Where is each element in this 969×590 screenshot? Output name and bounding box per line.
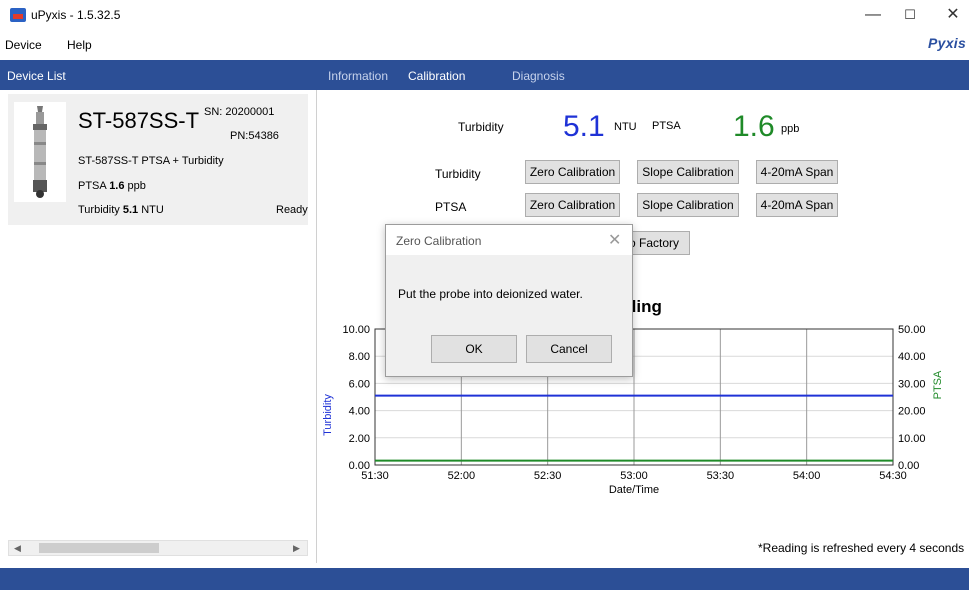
turbidity-reading-value: 5.1 [563, 110, 605, 143]
ptsa-calibration-label: PTSA [435, 200, 467, 214]
device-card[interactable]: ST-587SS-T SN: 20200001 PN:54386 ST-587S… [8, 94, 308, 225]
y-tick-right: 40.00 [898, 351, 926, 363]
refresh-note: *Reading is refreshed every 4 seconds [758, 541, 965, 555]
x-tick: 53:00 [620, 470, 648, 482]
turbidity-reading-unit: NTU [614, 121, 637, 133]
zero-calibration-dialog: Zero Calibration ✕ Put the probe into de… [385, 224, 633, 377]
window-title: uPyxis - 1.5.32.5 [31, 8, 121, 22]
scrollbar-thumb[interactable] [39, 543, 159, 553]
tab-bar: Information Calibration Diagnosis [317, 60, 969, 90]
tab-diagnosis[interactable]: Diagnosis [512, 69, 565, 83]
menu-bar: Device Help [0, 30, 969, 58]
y-tick-left: 4.00 [349, 406, 370, 418]
dialog-title-bar: Zero Calibration ✕ [386, 225, 632, 255]
minimize-button[interactable]: — [858, 6, 888, 26]
turbidity-value: 5.1 [122, 204, 139, 216]
y-axis-label-left: Turbidity [322, 394, 334, 436]
ptsa-slope-calibration-button[interactable]: Slope Calibration [637, 193, 739, 217]
device-list-panel: ST-587SS-T SN: 20200001 PN:54386 ST-587S… [0, 90, 317, 563]
turbidity-zero-calibration-button[interactable]: Zero Calibration [525, 160, 620, 184]
x-tick: 51:30 [361, 470, 389, 482]
device-description: ST-587SS-T PTSA + Turbidity [78, 155, 224, 167]
device-name: ST-587SS-T [78, 108, 200, 133]
cancel-button[interactable]: Cancel [526, 335, 612, 363]
y-tick-left: 8.00 [349, 351, 370, 363]
close-button[interactable]: ✕ [938, 6, 968, 26]
ptsa-zero-calibration-button[interactable]: Zero Calibration [525, 193, 620, 217]
device-ptsa-reading: PTSA 1.6 ppb [78, 180, 146, 192]
app-icon [10, 8, 26, 22]
ptsa-value: 1.6 [109, 180, 125, 192]
y-tick-right: 10.00 [898, 433, 926, 445]
scroll-left-icon[interactable]: ◀ [14, 541, 21, 555]
y-tick-right: 30.00 [898, 378, 926, 390]
horizontal-scrollbar[interactable]: ◀ ▶ [8, 540, 308, 556]
probe-image [14, 102, 66, 202]
title-bar: uPyxis - 1.5.32.5 — ☐ ✕ [0, 0, 969, 30]
turbidity-span-button[interactable]: 4-20mA Span [756, 160, 838, 184]
brand-logo: Pyxis [928, 35, 967, 51]
dialog-title: Zero Calibration [396, 234, 482, 248]
y-tick-left: 6.00 [349, 378, 370, 390]
status-bar [0, 568, 969, 590]
x-tick: 54:30 [879, 470, 907, 482]
dialog-message: Put the probe into deionized water. [398, 287, 583, 301]
x-tick: 53:30 [707, 470, 735, 482]
part-number: PN:54386 [230, 130, 279, 142]
dialog-close-icon[interactable]: ✕ [608, 230, 621, 250]
turbidity-unit: NTU [141, 204, 164, 216]
device-list-header: Device List [0, 60, 317, 90]
x-tick: 54:00 [793, 470, 821, 482]
device-status: Ready [276, 204, 308, 216]
ptsa-unit: ppb [127, 180, 146, 192]
turbidity-slope-calibration-button[interactable]: Slope Calibration [637, 160, 739, 184]
tab-calibration[interactable]: Calibration [408, 69, 465, 83]
ptsa-reading-label: PTSA [652, 120, 681, 132]
y-axis-label-right: PTSA [932, 370, 944, 399]
ok-button[interactable]: OK [431, 335, 517, 363]
x-tick: 52:00 [448, 470, 476, 482]
y-tick-right: 20.00 [898, 406, 926, 418]
x-axis-label: Date/Time [609, 484, 659, 496]
menu-help[interactable]: Help [67, 38, 92, 52]
turbidity-reading-label: Turbidity [458, 120, 504, 134]
tab-information[interactable]: Information [328, 69, 388, 83]
y-tick-left: 10.00 [342, 324, 370, 336]
y-tick-left: 2.00 [349, 433, 370, 445]
ptsa-span-button[interactable]: 4-20mA Span [756, 193, 838, 217]
serial-number: SN: 20200001 [204, 106, 275, 118]
ptsa-reading-unit: ppb [781, 123, 800, 135]
device-turbidity-reading: Turbidity 5.1 NTU [78, 204, 164, 216]
turbidity-calibration-label: Turbidity [435, 167, 481, 181]
turbidity-label: Turbidity [78, 204, 120, 216]
menu-device[interactable]: Device [5, 38, 42, 52]
scroll-right-icon[interactable]: ▶ [293, 541, 300, 555]
maximize-button[interactable]: ☐ [895, 6, 925, 26]
ptsa-reading-value: 1.6 [733, 110, 775, 143]
y-tick-right: 50.00 [898, 324, 926, 336]
x-tick: 52:30 [534, 470, 562, 482]
ptsa-label: PTSA [78, 180, 107, 192]
